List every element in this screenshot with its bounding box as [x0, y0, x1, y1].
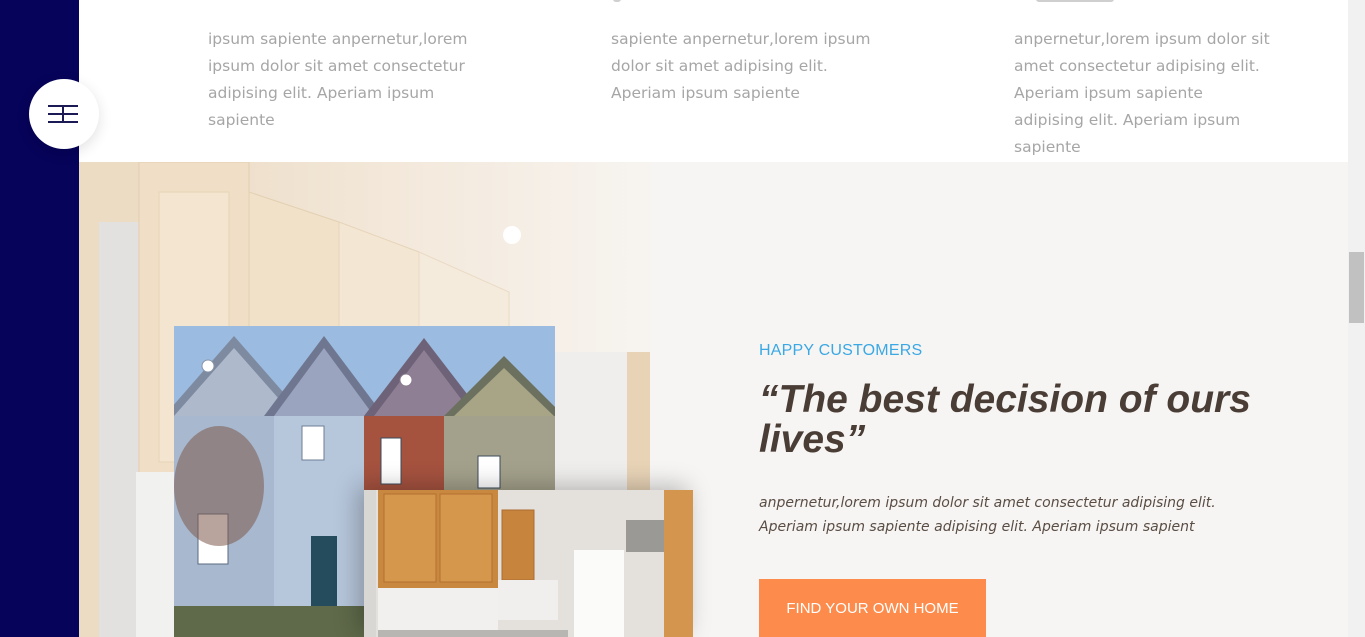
find-your-own-home-button[interactable]: FIND YOUR OWN HOME — [759, 579, 986, 637]
testimonial-eyebrow: HAPPY CUSTOMERS — [759, 342, 923, 359]
features-section: ipsum sapiente anpernetur,lorem ipsum do… — [79, 0, 1348, 162]
testimonial-section: HAPPY CUSTOMERS “The best decision of ou… — [79, 162, 1348, 637]
testimonial-quote: “The best decision of ours lives” — [759, 378, 1251, 461]
feature-description: anpernetur,lorem ipsum dolor sit amet co… — [1014, 30, 1270, 156]
menu-button[interactable] — [29, 79, 99, 149]
testimonial-body: anpernetur,lorem ipsum dolor sit amet co… — [759, 495, 1216, 535]
cut-off-heading-fragment — [1036, 0, 1114, 2]
cut-off-heading-fragment — [613, 0, 621, 2]
feature-description: ipsum sapiente anpernetur,lorem ipsum do… — [208, 30, 468, 129]
kitchen-interior-photo — [364, 490, 693, 637]
hamburger-menu-icon — [48, 102, 80, 126]
feature-description: sapiente anpernetur,lorem ipsum dolor si… — [611, 30, 871, 102]
scrollbar-thumb[interactable] — [1349, 252, 1364, 323]
